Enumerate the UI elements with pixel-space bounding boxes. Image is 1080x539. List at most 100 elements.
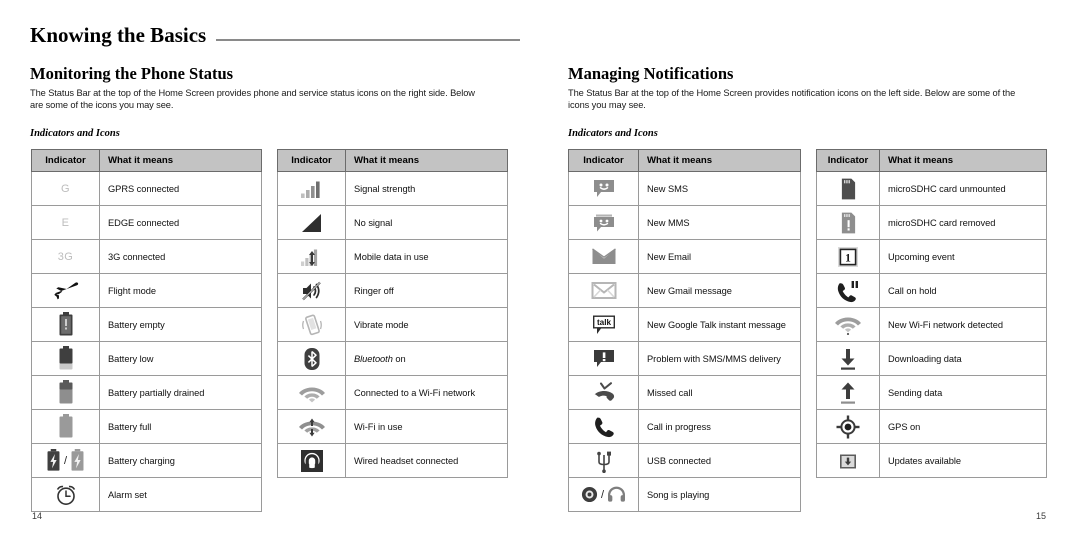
row-meaning: Sending data [879,375,1047,410]
sending-data-icon [816,375,880,410]
column-header-indicator: Indicator [277,149,346,172]
table-row: New Wi-Fi network detected [816,307,1047,342]
row-meaning: Vibrate mode [345,307,508,342]
table-row: Wired headset connected [277,443,508,478]
table-row: Battery low [31,341,262,376]
row-meaning: New Google Talk instant message [638,307,801,342]
header-rule [216,39,520,41]
column-header-meaning: What it means [638,149,801,172]
table-row: Battery full [31,409,262,444]
column-header-meaning: What it means [345,149,508,172]
mobile-data-icon [277,239,346,274]
table-row: Connected to a Wi-Fi network [277,375,508,410]
edge-text-icon: E [31,205,100,240]
row-meaning: New MMS [638,205,801,240]
table-row: Call in progress [568,409,801,444]
gprs-label: G [61,182,70,195]
table-row: No signal [277,205,508,240]
right-page: Knowing the Basics Managing Notification… [540,0,1080,539]
running-head-left: Knowing the Basics [30,22,520,46]
table-row: New SMS [568,171,801,206]
row-meaning: Call in progress [638,409,801,444]
new-mms-icon [568,205,639,240]
table-row: Signal strength [277,171,508,206]
table-row: 3G 3G connected [31,239,262,274]
table-row: microSDHC card unmounted [816,171,1047,206]
column-header-indicator: Indicator [31,149,100,172]
row-meaning: Downloading data [879,341,1047,376]
call-in-progress-icon [568,409,639,444]
new-sms-icon [568,171,639,206]
table-row: Call on hold [816,273,1047,308]
page-number-right: 15 [1035,511,1046,521]
row-meaning: GPS on [879,409,1047,444]
no-signal-icon [277,205,346,240]
table-row: GPS on [816,409,1047,444]
page-title: Monitoring the Phone Status [30,64,234,83]
sdcard-unmounted-icon [816,171,880,206]
battery-partial-icon [31,375,100,410]
table-header-row: Indicator What it means [31,149,262,172]
subheading: Indicators and Icons [568,128,658,139]
row-meaning: Call on hold [879,273,1047,308]
running-head-title: Knowing the Basics [30,23,207,47]
table-row: USB connected [568,443,801,478]
wifi-in-use-icon [277,409,346,444]
table-row: New Gmail message [568,273,801,308]
table-row: G GPRS connected [31,171,262,206]
table-row: Missed call [568,375,801,410]
table-header-row: Indicator What it means [568,149,801,172]
column-header-indicator: Indicator [568,149,639,172]
intro-paragraph: The Status Bar at the top of the Home Sc… [568,88,1016,111]
row-meaning: Updates available [879,443,1047,478]
table-row: Ringer off [277,273,508,308]
row-meaning: USB connected [638,443,801,478]
battery-low-icon [31,341,100,376]
battery-empty-icon [31,307,100,342]
table-header-row: Indicator What it means [816,149,1047,172]
threeg-label: 3G [57,250,74,263]
table-row: / Battery charging [31,443,262,478]
updates-available-icon [816,443,880,478]
airplane-icon [31,273,100,308]
threeg-text-icon: 3G [31,239,100,274]
row-meaning: Battery charging [99,443,262,478]
table-row: Bluetooth on [277,341,508,376]
row-meaning: New Gmail message [638,273,801,308]
row-meaning: microSDHC card removed [879,205,1047,240]
table-row: talk New Google Talk instant message [568,307,801,342]
alarm-clock-icon [31,477,100,512]
row-meaning: Problem with SMS/MMS delivery [638,341,801,376]
intro-paragraph: The Status Bar at the top of the Home Sc… [30,88,475,111]
new-email-icon [568,239,639,274]
missed-call-icon [568,375,639,410]
table-row: Battery empty [31,307,262,342]
row-meaning: EDGE connected [99,205,262,240]
usb-connected-icon [568,443,639,478]
wired-headset-icon [277,443,346,478]
signal-strength-icon [277,171,346,206]
slash-separator: / [63,454,68,467]
bluetooth-icon [277,341,346,376]
vibrate-mode-icon [277,307,346,342]
wifi-detected-icon [816,307,880,342]
column-header-meaning: What it means [879,149,1047,172]
table-row: New Email [568,239,801,274]
downloading-data-icon [816,341,880,376]
table-row: Updates available [816,443,1047,478]
indicator-table-status-2: Indicator What it means Signal strength … [277,149,508,478]
page-number-left: 14 [32,511,43,521]
svg-text:talk: talk [596,318,611,327]
row-meaning: Alarm set [99,477,262,512]
row-meaning: Missed call [638,375,801,410]
indicator-table-status-1: Indicator What it means G GPRS connected… [31,149,262,512]
row-meaning: Battery empty [99,307,262,342]
table-row: 1 Upcoming event [816,239,1047,274]
slash-separator: / [600,488,605,501]
row-meaning: Battery low [99,341,262,376]
row-meaning: New Wi-Fi network detected [879,307,1047,342]
row-meaning: 3G connected [99,239,262,274]
row-meaning: Wi-Fi in use [345,409,508,444]
row-meaning: Upcoming event [879,239,1047,274]
svg-text:1: 1 [845,252,851,264]
